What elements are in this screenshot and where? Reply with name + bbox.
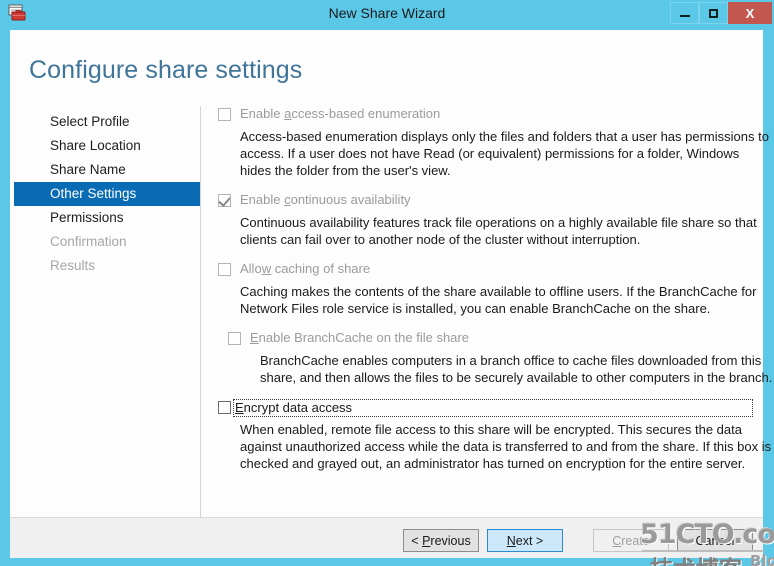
checkbox-label-allow-caching[interactable]: Allow caching of share	[240, 261, 370, 277]
maximize-icon	[709, 8, 718, 18]
checkbox-row-access-based-enumeration[interactable]: Enable access-based enumeration	[218, 106, 758, 124]
window-controls: X	[670, 2, 772, 24]
previous-button[interactable]: < Previous	[403, 529, 479, 552]
wizard-step-nav: Select Profile Share Location Share Name Ot…	[14, 110, 200, 278]
wizard-client-area: Configure share settings Select Profile S…	[10, 30, 774, 566]
option-description-allow-caching: Caching makes the contents of the share …	[240, 284, 757, 316]
wizard-footer: < Previous Next > Create Cancel	[10, 518, 763, 558]
new-share-wizard-window: New Share Wizard X Configure share setti…	[0, 0, 774, 566]
option-description-branchcache: BranchCache enables computers in a branc…	[260, 353, 773, 385]
option-allow-caching: Allow caching of share Caching makes the …	[218, 261, 758, 317]
sidebar-item-label: Share Name	[50, 162, 126, 177]
cancel-button-label: Cancel	[695, 533, 735, 548]
sidebar-item-other-settings[interactable]: Other Settings	[14, 182, 200, 206]
checkbox-continuous-availability[interactable]	[218, 194, 231, 207]
sidebar-item-label: Share Location	[50, 138, 141, 153]
accelerator-char: a	[284, 106, 292, 121]
window-title: New Share Wizard	[328, 5, 446, 21]
title-bar[interactable]: New Share Wizard X	[0, 0, 774, 26]
create-button: Create	[593, 529, 669, 552]
option-description-continuous-availability: Continuous availability features track f…	[240, 215, 757, 247]
sidebar-item-label: Other Settings	[50, 186, 137, 201]
next-button-label: Next >	[506, 533, 544, 548]
checkbox-allow-caching[interactable]	[218, 263, 231, 276]
checkbox-access-based-enumeration[interactable]	[218, 108, 231, 121]
sidebar-item-label: Permissions	[50, 210, 124, 225]
minimize-button[interactable]	[670, 2, 699, 24]
maximize-button[interactable]	[699, 2, 728, 24]
sidebar-item-results: Results	[14, 254, 200, 278]
option-branchcache: Enable BranchCache on the file share Bran…	[228, 330, 772, 386]
sidebar-item-label: Results	[50, 258, 96, 273]
cancel-button[interactable]: Cancel	[677, 529, 753, 552]
previous-button-label: < Previous	[411, 533, 471, 548]
checkbox-label-encrypt-data-access[interactable]: Encrypt data access	[233, 399, 753, 417]
sidebar-item-select-profile[interactable]: Select Profile	[14, 110, 200, 134]
checkbox-row-branchcache[interactable]: Enable BranchCache on the file share	[228, 330, 758, 348]
accelerator-char: w	[261, 261, 272, 276]
accelerator-char: C	[612, 533, 622, 548]
checkbox-row-encrypt-data-access[interactable]: Encrypt data access	[218, 399, 758, 417]
checkmark-icon	[218, 194, 231, 207]
checkbox-branchcache[interactable]	[228, 332, 241, 345]
checkbox-label-continuous-availability[interactable]: Enable continuous availability	[240, 192, 411, 208]
accelerator-char: c	[284, 192, 291, 207]
accelerator-char: E	[250, 330, 259, 345]
option-description-access-based-enumeration: Access-based enumeration displays only t…	[240, 129, 769, 178]
sidebar-item-share-location[interactable]: Share Location	[14, 134, 200, 158]
checkbox-row-continuous-availability[interactable]: Enable continuous availability	[218, 192, 758, 210]
create-button-label: Create	[612, 533, 650, 548]
sidebar-item-confirmation: Confirmation	[14, 230, 200, 254]
option-encrypt-data-access: Encrypt data access When enabled, remote …	[218, 399, 771, 472]
page-title: Configure share settings	[29, 56, 303, 84]
next-button[interactable]: Next >	[487, 529, 563, 552]
share-settings-options: Enable access-based enumeration Access-ba…	[218, 106, 772, 472]
accelerator-char: N	[506, 533, 516, 548]
sidebar-item-label: Confirmation	[50, 234, 127, 249]
minimize-icon	[679, 15, 690, 17]
sidebar-item-share-name[interactable]: Share Name	[14, 158, 200, 182]
sidebar-item-permissions[interactable]: Permissions	[14, 206, 200, 230]
button-spacer	[571, 529, 585, 552]
accelerator-char: P	[422, 533, 431, 548]
nav-content-divider	[200, 106, 201, 519]
sidebar-item-label: Select Profile	[50, 114, 130, 129]
accelerator-char: E	[235, 400, 244, 415]
option-continuous-availability: Enable continuous availability Continuous…	[218, 192, 758, 248]
checkbox-row-allow-caching[interactable]: Allow caching of share	[218, 261, 758, 279]
checkbox-label-access-based-enumeration[interactable]: Enable access-based enumeration	[240, 106, 440, 122]
option-description-encrypt-data-access: When enabled, remote file access to this…	[240, 422, 772, 471]
option-access-based-enumeration: Enable access-based enumeration Access-ba…	[218, 106, 769, 179]
checkbox-encrypt-data-access[interactable]	[218, 401, 231, 414]
checkbox-label-branchcache[interactable]: Enable BranchCache on the file share	[250, 330, 469, 346]
close-button[interactable]: X	[728, 2, 772, 24]
wizard-button-bar: < Previous Next > Create Cancel	[403, 529, 753, 552]
